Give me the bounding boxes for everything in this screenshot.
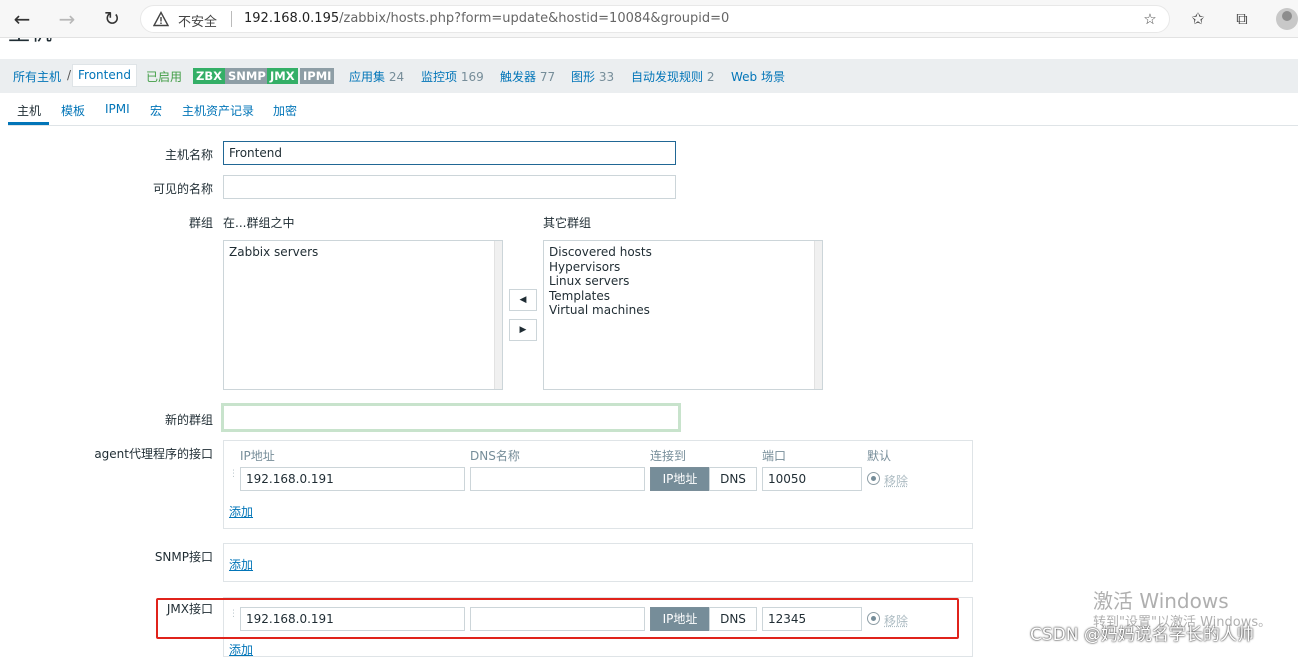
agent-connect-dns-button[interactable]: DNS xyxy=(709,467,757,491)
breadcrumb-separator: / xyxy=(67,68,72,82)
web-scenarios-link[interactable]: Web 场景 xyxy=(731,68,785,85)
applications-count: 24 xyxy=(388,70,405,84)
in-groups-label: 在...群组之中 xyxy=(223,216,295,230)
back-icon[interactable]: ← xyxy=(10,7,34,31)
list-item[interactable]: Templates xyxy=(549,289,817,304)
all-hosts-link[interactable]: 所有主机 xyxy=(13,68,61,85)
groups-label: 群组 xyxy=(188,216,213,230)
items-count: 169 xyxy=(460,70,484,84)
tab-templates[interactable]: 模板 xyxy=(61,102,85,119)
agent-remove-link[interactable]: 移除 xyxy=(884,472,908,489)
agent-add-link[interactable]: 添加 xyxy=(229,503,253,520)
snmp-badge: SNMP xyxy=(225,68,269,84)
form-tabs: 主机 模板 IPMI 宏 主机资产记录 加密 xyxy=(8,96,1298,126)
other-groups-label: 其它群组 xyxy=(543,216,592,230)
agent-port-input[interactable] xyxy=(762,467,862,491)
other-groups-listbox[interactable]: Discovered hosts Hypervisors Linux serve… xyxy=(543,240,823,390)
favorites-icon[interactable]: ✩ xyxy=(1187,8,1209,30)
discovery-rules-count: 2 xyxy=(706,70,715,84)
snmp-interface-panel xyxy=(223,543,973,582)
agent-connect-ip-button[interactable]: IP地址 xyxy=(650,467,710,491)
applications-link[interactable]: 应用集 24 xyxy=(349,68,404,85)
snmp-interface-label: SNMP接口 xyxy=(154,550,213,564)
warning-icon[interactable] xyxy=(153,11,169,27)
applications-label: 应用集 xyxy=(349,70,386,84)
current-host-crumb[interactable]: Frontend xyxy=(72,64,137,87)
visible-name-input[interactable] xyxy=(223,175,676,199)
profile-avatar[interactable] xyxy=(1276,8,1298,30)
browser-toolbar: ← → ↻ 不安全 192.168.0.195/zabbix/hosts.php… xyxy=(0,0,1298,38)
forward-icon: → xyxy=(58,7,76,31)
discovery-rules-label: 自动发现规则 xyxy=(631,70,704,84)
ip-column-header: IP地址 xyxy=(240,449,275,463)
move-right-button[interactable]: ▶ xyxy=(509,319,537,341)
in-groups-listbox[interactable]: Zabbix servers xyxy=(223,240,503,390)
host-navigation: 所有主机 / Frontend 已启用 ZBX SNMP JMX IPMI 应用… xyxy=(0,59,1298,93)
host-name-label: 主机名称 xyxy=(164,148,213,162)
activate-windows-title: 激活 Windows xyxy=(1093,589,1229,613)
list-item[interactable]: Hypervisors xyxy=(549,260,817,275)
reload-icon[interactable]: ↻ xyxy=(100,7,124,31)
url-host: 192.168.0.195 xyxy=(244,11,340,26)
ipmi-badge: IPMI xyxy=(300,68,335,84)
tab-inventory[interactable]: 主机资产记录 xyxy=(182,102,254,119)
agent-interface-label: agent代理程序的接口 xyxy=(94,447,213,461)
list-item[interactable]: Linux servers xyxy=(549,274,817,289)
host-status-enabled[interactable]: 已启用 xyxy=(146,68,182,85)
triggers-label: 触发器 xyxy=(500,70,537,84)
jmx-badge: JMX xyxy=(267,68,298,84)
address-bar[interactable]: 不安全 192.168.0.195/zabbix/hosts.php?form=… xyxy=(140,5,1170,33)
list-item[interactable]: Discovered hosts xyxy=(549,245,817,260)
agent-dns-input[interactable] xyxy=(470,467,645,491)
triggers-count: 77 xyxy=(539,70,556,84)
default-column-header: 默认 xyxy=(867,449,892,463)
items-label: 监控项 xyxy=(421,70,458,84)
host-name-input[interactable] xyxy=(223,141,676,165)
jmx-highlight-box xyxy=(156,598,959,639)
listbox-scrollbar[interactable] xyxy=(814,241,822,389)
graphs-count: 33 xyxy=(598,70,615,84)
tab-encryption[interactable]: 加密 xyxy=(273,102,297,119)
tab-macros[interactable]: 宏 xyxy=(150,102,162,119)
collections-icon[interactable]: ⧉ xyxy=(1231,8,1253,30)
graphs-link[interactable]: 图形 33 xyxy=(571,68,614,85)
add-favorite-icon[interactable]: ☆ xyxy=(1139,8,1161,30)
tab-ipmi[interactable]: IPMI xyxy=(105,102,130,116)
active-tab-indicator xyxy=(8,122,49,125)
drag-handle-icon[interactable]: ⋮⋮ xyxy=(229,470,248,489)
tab-host[interactable]: 主机 xyxy=(17,102,41,119)
new-group-label: 新的群组 xyxy=(164,413,213,427)
url-path: /zabbix/hosts.php?form=update&hostid=100… xyxy=(339,11,730,26)
items-link[interactable]: 监控项 169 xyxy=(421,68,484,85)
csdn-watermark: CSDN @妈妈说名字长的人帅 xyxy=(1030,625,1254,645)
new-group-input[interactable] xyxy=(221,403,681,432)
graphs-label: 图形 xyxy=(571,70,596,84)
listbox-scrollbar[interactable] xyxy=(494,241,502,389)
security-label[interactable]: 不安全 xyxy=(178,11,217,30)
port-column-header: 端口 xyxy=(762,449,787,463)
visible-name-label: 可见的名称 xyxy=(152,182,213,196)
url-text[interactable]: 192.168.0.195/zabbix/hosts.php?form=upda… xyxy=(244,11,729,26)
url-divider xyxy=(231,11,232,27)
agent-ip-input[interactable] xyxy=(240,467,465,491)
move-left-button[interactable]: ◀ xyxy=(509,289,537,311)
list-item[interactable]: Virtual machines xyxy=(549,303,817,318)
agent-default-radio[interactable] xyxy=(867,472,880,485)
triggers-link[interactable]: 触发器 77 xyxy=(500,68,555,85)
zbx-badge: ZBX xyxy=(193,68,225,84)
snmp-add-link[interactable]: 添加 xyxy=(229,556,253,573)
list-item[interactable]: Zabbix servers xyxy=(229,245,497,260)
dns-column-header: DNS名称 xyxy=(470,449,520,463)
discovery-rules-link[interactable]: 自动发现规则 2 xyxy=(631,68,714,85)
connect-column-header: 连接到 xyxy=(650,449,687,463)
